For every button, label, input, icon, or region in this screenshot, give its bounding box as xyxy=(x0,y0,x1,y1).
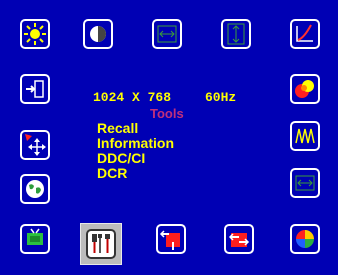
gamma-icon[interactable] xyxy=(290,19,320,49)
selected-item-frame xyxy=(80,223,122,265)
menu-item-dcr[interactable]: DCR xyxy=(97,166,174,181)
swap-icon[interactable] xyxy=(224,224,254,254)
h-position-icon[interactable] xyxy=(152,19,182,49)
osd-menu: 1024 X 768 60Hz Tools Recall Information… xyxy=(0,0,338,275)
menu-item-ddc-ci[interactable]: DDC/CI xyxy=(97,151,174,166)
menu-title: Tools xyxy=(150,106,184,121)
v-position-icon[interactable] xyxy=(221,19,251,49)
tools-icon[interactable] xyxy=(86,229,116,259)
contrast-icon[interactable] xyxy=(83,19,113,49)
brightness-icon[interactable] xyxy=(20,19,50,49)
phase-icon[interactable] xyxy=(290,121,320,151)
color-temp-icon[interactable] xyxy=(290,224,320,254)
menu-item-information[interactable]: Information xyxy=(97,136,174,151)
color-icon[interactable] xyxy=(290,74,320,104)
input-source-icon[interactable] xyxy=(20,74,50,104)
clock-icon[interactable] xyxy=(290,168,320,198)
language-icon[interactable] xyxy=(20,174,50,204)
menu-item-recall[interactable]: Recall xyxy=(97,121,174,136)
resolution-readout: 1024 X 768 xyxy=(93,90,172,105)
picture-icon[interactable] xyxy=(20,224,50,254)
osd-position-icon[interactable] xyxy=(20,130,50,160)
refresh-rate-readout: 60Hz xyxy=(205,90,237,105)
tools-menu-list: Recall Information DDC/CI DCR xyxy=(97,121,174,181)
auto-adjust-icon[interactable] xyxy=(156,224,186,254)
